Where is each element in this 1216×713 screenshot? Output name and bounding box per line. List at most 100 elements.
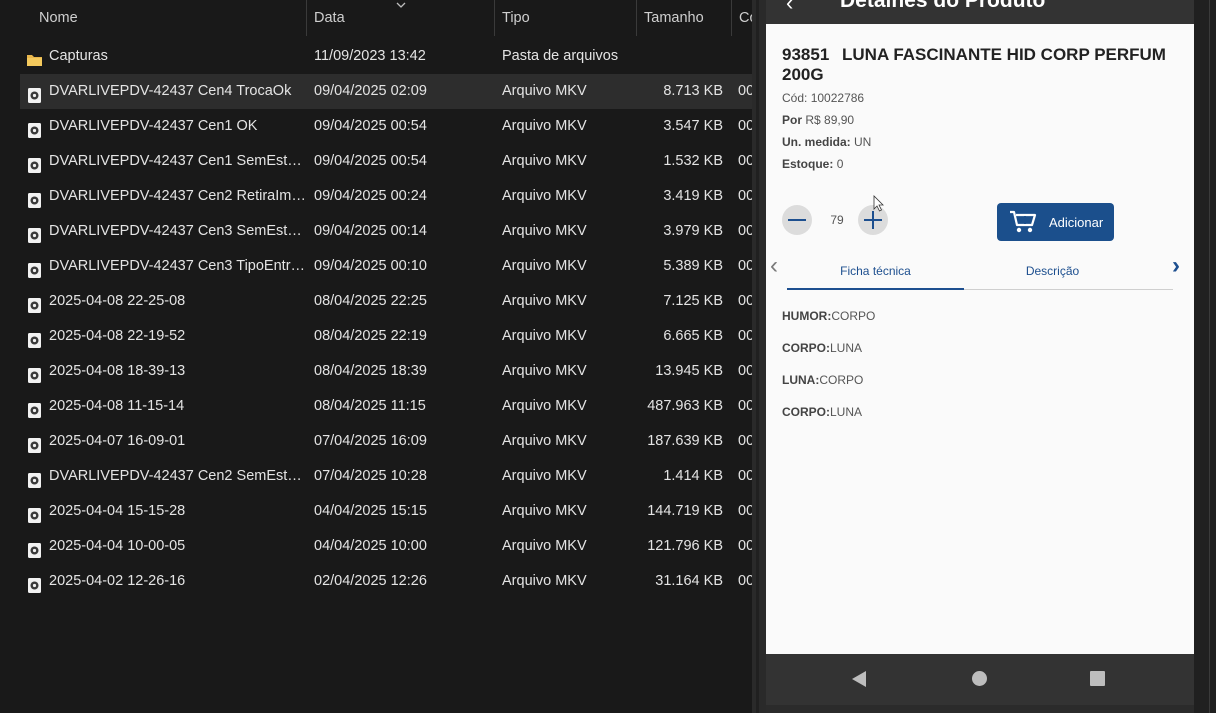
tab-descricao[interactable]: Descrição xyxy=(964,264,1141,278)
chevron-right-icon[interactable]: › xyxy=(1172,254,1180,278)
spec-key: CORPO: xyxy=(782,341,830,355)
nav-recent-apps-icon[interactable] xyxy=(1090,671,1105,686)
file-row[interactable]: 2025-04-08 18-39-13 08/04/2025 18:39 Arqui… xyxy=(20,354,752,389)
decrease-quantity-button[interactable] xyxy=(782,205,812,235)
video-file-icon xyxy=(26,293,43,313)
file-date: 02/04/2025 12:26 xyxy=(314,573,427,589)
video-file-icon xyxy=(26,468,43,488)
window-edge xyxy=(1194,0,1216,713)
file-name: 2025-04-04 10-00-05 xyxy=(49,538,186,554)
file-row[interactable]: DVARLIVEPDV-42437 Cen4 TrocaOk 09/04/2025… xyxy=(20,74,752,109)
file-row[interactable]: DVARLIVEPDV-42437 Cen1 OK 09/04/2025 00:5… xyxy=(20,109,752,144)
mouse-cursor-icon xyxy=(873,195,884,212)
file-row[interactable]: 2025-04-08 22-25-08 08/04/2025 22:25 Arqui… xyxy=(20,284,752,319)
spec-key: LUNA: xyxy=(782,373,820,387)
quantity-value[interactable]: 79 xyxy=(824,213,850,227)
file-date: 08/04/2025 22:19 xyxy=(314,328,427,344)
file-type: Arquivo MKV xyxy=(502,83,587,99)
app-title: Detalhes do Produto xyxy=(840,0,1046,12)
column-header-date[interactable]: Data xyxy=(307,0,494,36)
spec-key: CORPO: xyxy=(782,405,830,419)
file-type: Arquivo MKV xyxy=(502,363,587,379)
back-arrow-icon[interactable]: ‹ xyxy=(786,0,793,14)
column-header-size[interactable]: Tamanho xyxy=(637,0,731,36)
file-type: Arquivo MKV xyxy=(502,433,587,449)
spec-value: LUNA xyxy=(830,405,863,419)
file-name: 2025-04-07 16-09-01 xyxy=(49,433,186,449)
unit-label: Un. medida: xyxy=(782,135,851,149)
file-name: 2025-04-04 15-15-28 xyxy=(49,503,186,519)
column-header-name[interactable]: Nome xyxy=(32,0,306,36)
nav-back-icon[interactable] xyxy=(852,671,866,687)
column-header-extra[interactable]: Co xyxy=(732,0,752,36)
file-date: 08/04/2025 11:15 xyxy=(314,398,426,414)
file-size: 13.945 KB xyxy=(655,363,723,379)
stock-label: Estoque: xyxy=(782,157,834,171)
file-name: 2025-04-08 11-15-14 xyxy=(49,398,185,414)
file-date: 08/04/2025 22:25 xyxy=(314,293,427,309)
nav-home-icon[interactable] xyxy=(972,671,987,686)
file-name: 2025-04-08 22-19-52 xyxy=(49,328,186,344)
android-emulator: ‹ Detalhes do Produto 93851 LUNA FASCINA… xyxy=(766,0,1194,713)
spec-item: HUMOR:CORPO xyxy=(782,309,875,323)
file-type: Arquivo MKV xyxy=(502,328,587,344)
file-extra: 00 xyxy=(738,433,752,449)
file-extra: 00 xyxy=(738,223,752,239)
file-extra: 00 xyxy=(738,153,752,169)
spec-key: HUMOR: xyxy=(782,309,832,323)
file-size: 31.164 KB xyxy=(655,573,723,589)
file-size: 1.532 KB xyxy=(663,153,723,169)
file-row[interactable]: 2025-04-02 12-26-16 02/04/2025 12:26 Arqui… xyxy=(20,564,752,599)
file-row[interactable]: DVARLIVEPDV-42437 Cen2 RetiraImed... 09/0… xyxy=(20,179,752,214)
unit-value: UN xyxy=(854,135,872,149)
file-type: Arquivo MKV xyxy=(502,503,587,519)
file-size: 144.719 KB xyxy=(647,503,723,519)
file-date: 09/04/2025 00:54 xyxy=(314,118,427,134)
file-row[interactable]: 2025-04-04 10-00-05 04/04/2025 10:00 Arqui… xyxy=(20,529,752,564)
video-file-icon xyxy=(26,258,43,278)
app-bar: ‹ Detalhes do Produto xyxy=(766,0,1194,24)
folder-icon xyxy=(26,48,43,66)
video-file-icon xyxy=(26,223,43,243)
file-row[interactable]: DVARLIVEPDV-42437 Cen1 SemEstoque 09/04/2… xyxy=(20,144,752,179)
spec-value: LUNA xyxy=(830,341,863,355)
cart-plus-icon xyxy=(1010,210,1037,233)
file-size: 3.547 KB xyxy=(663,118,723,134)
cod-label: Cód: xyxy=(782,91,808,105)
column-header-type[interactable]: Tipo xyxy=(495,0,636,36)
file-size: 3.979 KB xyxy=(663,223,723,239)
file-name: DVARLIVEPDV-42437 Cen3 TipoEntreg... xyxy=(49,258,307,274)
file-size: 6.665 KB xyxy=(663,328,723,344)
file-size: 121.796 KB xyxy=(647,538,723,554)
file-row[interactable]: 2025-04-08 22-19-52 08/04/2025 22:19 Arqui… xyxy=(20,319,752,354)
cod-value: 10022786 xyxy=(810,91,865,105)
chevron-left-icon[interactable]: ‹ xyxy=(770,254,778,278)
file-size: 487.963 KB xyxy=(647,398,723,414)
file-row[interactable]: 2025-04-04 15-15-28 04/04/2025 15:15 Arqui… xyxy=(20,494,752,529)
file-date: 09/04/2025 00:14 xyxy=(314,223,427,239)
file-row[interactable]: 2025-04-07 16-09-01 07/04/2025 16:09 Arqui… xyxy=(20,424,752,459)
price-value: R$ 89,90 xyxy=(805,113,855,127)
file-date: 04/04/2025 15:15 xyxy=(314,503,427,519)
file-type: Arquivo MKV xyxy=(502,398,587,414)
file-row[interactable]: DVARLIVEPDV-42437 Cen3 SemEstoque 09/04/2… xyxy=(20,214,752,249)
file-row[interactable]: Capturas 11/09/2023 13:42 Pasta de arquivo… xyxy=(20,39,752,74)
file-row[interactable]: DVARLIVEPDV-42437 Cen2 SemEstoque 07/04/2… xyxy=(20,459,752,494)
add-to-cart-button[interactable]: Adicionar xyxy=(997,203,1114,241)
file-date: 09/04/2025 00:54 xyxy=(314,153,427,169)
add-button-label: Adicionar xyxy=(1049,215,1104,230)
file-type: Arquivo MKV xyxy=(502,188,587,204)
video-file-icon xyxy=(26,573,43,593)
tab-ficha-tecnica[interactable]: Ficha técnica xyxy=(787,264,964,278)
file-type: Arquivo MKV xyxy=(502,223,587,239)
detail-tabs: Ficha técnica Descrição xyxy=(787,254,1173,290)
file-size: 8.713 KB xyxy=(663,83,723,99)
file-name: 2025-04-02 12-26-16 xyxy=(49,573,186,589)
file-row[interactable]: DVARLIVEPDV-42437 Cen3 TipoEntreg... 09/0… xyxy=(20,249,752,284)
file-type: Arquivo MKV xyxy=(502,153,587,169)
file-row[interactable]: 2025-04-08 11-15-14 08/04/2025 11:15 Arqui… xyxy=(20,389,752,424)
product-title: 93851 LUNA FASCINANTE HID CORP PERFUM 20… xyxy=(782,45,1182,85)
file-date: 09/04/2025 00:10 xyxy=(314,258,427,274)
pane-divider[interactable] xyxy=(752,0,766,713)
video-file-icon xyxy=(26,328,43,348)
